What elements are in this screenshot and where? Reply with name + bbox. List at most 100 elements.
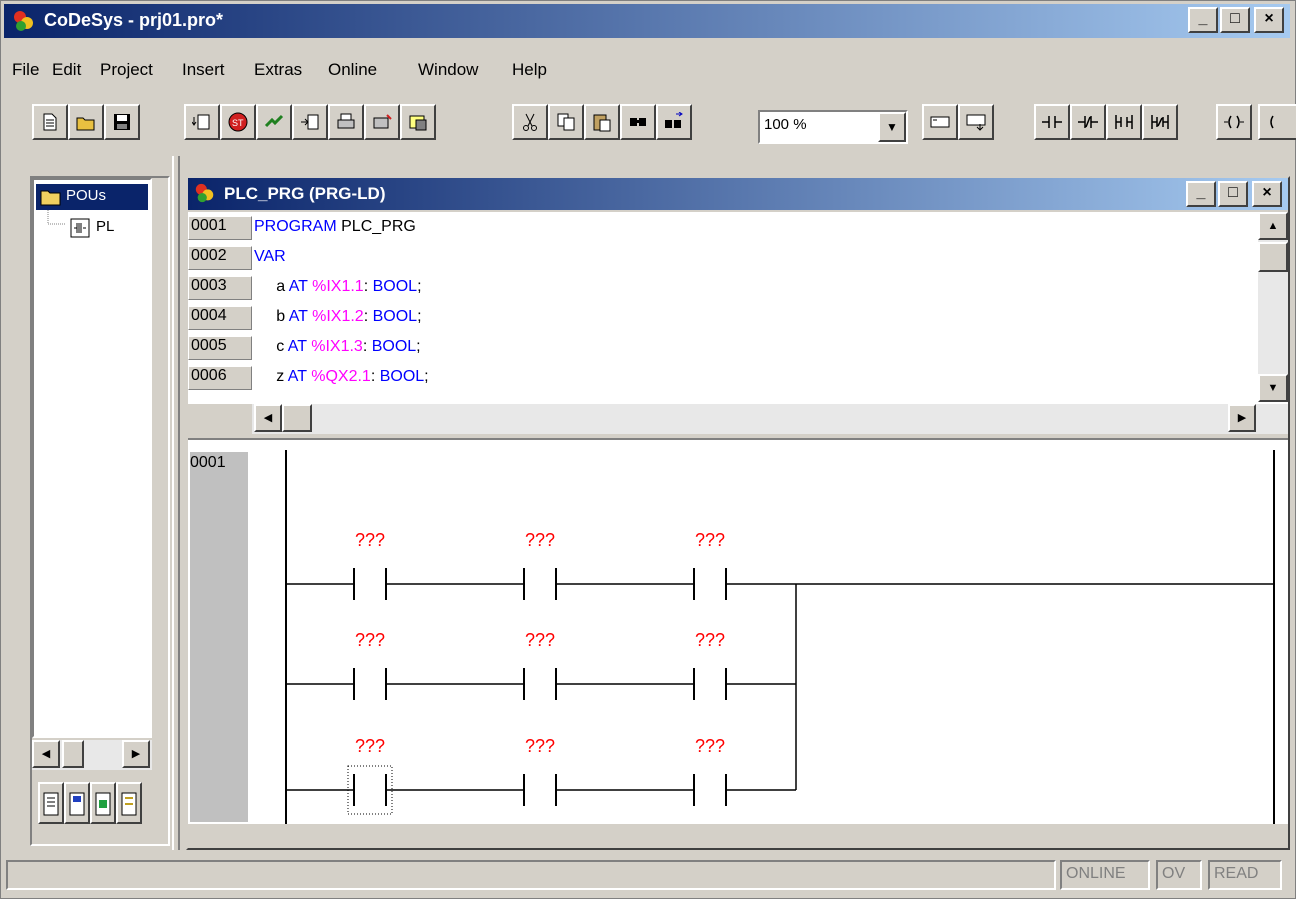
- editor-title: PLC_PRG (PRG-LD): [224, 184, 386, 203]
- organizer-tabs: [38, 776, 142, 832]
- pou-tree[interactable]: POUs PL: [32, 178, 152, 738]
- menu-extras[interactable]: Extras: [254, 60, 302, 80]
- code-keyword: BOOL: [372, 278, 418, 295]
- step-button[interactable]: [292, 104, 328, 140]
- open-button[interactable]: [68, 104, 104, 140]
- contact-variable-placeholder: ???: [695, 530, 725, 550]
- code-line[interactable]: b AT %IX1.2: BOOL;: [254, 308, 422, 326]
- code-text: b: [254, 308, 289, 325]
- network-after-icon: [966, 114, 986, 131]
- build-button[interactable]: [184, 104, 220, 140]
- status-online: ONLINE: [1060, 860, 1150, 890]
- zoom-dropdown-button[interactable]: ▼: [878, 112, 906, 142]
- find-next-button[interactable]: [656, 104, 692, 140]
- decl-scroll-left-button[interactable]: ◀: [254, 404, 282, 432]
- code-text: c: [254, 338, 288, 355]
- arrow-left-icon: ◀: [263, 412, 273, 424]
- contact-icon: [1042, 116, 1062, 128]
- maximize-button[interactable]: □: [1220, 7, 1250, 33]
- codesys-app-icon: [14, 11, 33, 31]
- find-button[interactable]: [620, 104, 656, 140]
- ladder-diagram[interactable]: ???????????????????????????: [188, 438, 1288, 824]
- code-text: z: [254, 368, 288, 385]
- coil-button[interactable]: [1216, 104, 1252, 140]
- coil-icon: [1224, 115, 1244, 129]
- minimize-button[interactable]: _: [1188, 7, 1218, 33]
- contact-button[interactable]: [1034, 104, 1070, 140]
- code-line[interactable]: z AT %QX2.1: BOOL;: [254, 368, 428, 386]
- code-text: ;: [417, 308, 422, 325]
- editor-minimize-button[interactable]: _: [1186, 181, 1216, 207]
- pous-tab[interactable]: [38, 782, 64, 824]
- run-button[interactable]: [256, 104, 292, 140]
- status-message: [6, 860, 1056, 890]
- codesys-pou-icon: [195, 183, 214, 203]
- close-button[interactable]: ×: [1254, 7, 1284, 33]
- editor-close-button[interactable]: ×: [1252, 181, 1282, 207]
- scroll-thumb[interactable]: [62, 740, 84, 768]
- paste-button[interactable]: [584, 104, 620, 140]
- coil-negated-icon: [1270, 115, 1274, 129]
- editor-title-bar[interactable]: PLC_PRG (PRG-LD) _ □ ×: [188, 178, 1288, 210]
- tree-item-plc-prg[interactable]: PL: [68, 216, 150, 242]
- stop-button[interactable]: ST: [220, 104, 256, 140]
- scrollbar-spacer: [188, 404, 252, 434]
- scroll-down-button[interactable]: ▼: [1258, 374, 1288, 402]
- horizontal-scroll-thumb[interactable]: [282, 404, 312, 432]
- declaration-horizontal-scrollbar[interactable]: ◀ ▶: [188, 404, 1288, 434]
- contact-variable-placeholder: ???: [355, 530, 385, 550]
- code-text: PLC_PRG: [341, 218, 416, 235]
- save-button[interactable]: [104, 104, 140, 140]
- menu-window[interactable]: Window: [418, 60, 478, 80]
- open-icon: [76, 117, 95, 131]
- datatypes-tab[interactable]: [64, 782, 90, 824]
- scroll-right-button[interactable]: ▶: [122, 740, 150, 768]
- toolbar: ST: [4, 96, 1296, 150]
- more-toolbar-button[interactable]: [1258, 104, 1296, 140]
- vertical-splitter[interactable]: [172, 156, 180, 850]
- network-before-button[interactable]: [922, 104, 958, 140]
- visualizations-tab[interactable]: [90, 782, 116, 824]
- parallel-negated-contact-button[interactable]: [1142, 104, 1178, 140]
- datatypes-tab-icon: [69, 792, 85, 816]
- scroll-left-button[interactable]: ◀: [32, 740, 60, 768]
- resources-tab[interactable]: [116, 782, 142, 824]
- network-after-button[interactable]: [958, 104, 994, 140]
- zoom-combobox[interactable]: 100 % ▼: [758, 110, 908, 144]
- menu-project[interactable]: Project: [100, 60, 153, 80]
- find-icon: [630, 118, 646, 126]
- menu-online[interactable]: Online: [328, 60, 377, 80]
- negated-contact-button[interactable]: [1070, 104, 1106, 140]
- menu-help[interactable]: Help: [512, 60, 547, 80]
- chevron-down-icon: ▼: [886, 120, 898, 134]
- login-button[interactable]: [364, 104, 400, 140]
- menu-edit[interactable]: Edit: [52, 60, 81, 80]
- print-icon: [337, 113, 355, 129]
- decl-scroll-right-button[interactable]: ▶: [1228, 404, 1256, 432]
- new-button[interactable]: [32, 104, 68, 140]
- print-button[interactable]: [328, 104, 364, 140]
- line-number: 0004: [188, 306, 252, 330]
- menu-insert[interactable]: Insert: [182, 60, 225, 80]
- copy-button[interactable]: [548, 104, 584, 140]
- parallel-contact-button[interactable]: [1106, 104, 1142, 140]
- resources-tab-icon: [121, 792, 137, 816]
- declaration-editor[interactable]: 0001 PROGRAM PLC_PRG 0002 VAR 0003 a AT %IX1…: [188, 212, 1288, 434]
- code-line[interactable]: c AT %IX1.3: BOOL;: [254, 338, 420, 356]
- tree-item-pous[interactable]: POUs: [36, 184, 148, 210]
- code-line[interactable]: VAR: [254, 248, 286, 266]
- declaration-vertical-scrollbar[interactable]: ▲ ▼: [1258, 212, 1288, 402]
- scroll-up-button[interactable]: ▲: [1258, 212, 1288, 240]
- editor-maximize-button[interactable]: □: [1218, 181, 1248, 207]
- organizer-horizontal-scrollbar[interactable]: ◀ ▶: [32, 740, 152, 770]
- step-icon: [301, 114, 319, 130]
- cut-button[interactable]: [512, 104, 548, 140]
- code-line[interactable]: PROGRAM PLC_PRG: [254, 218, 416, 236]
- contact-variable-placeholder: ???: [355, 630, 385, 650]
- stop-icon: ST: [228, 112, 248, 132]
- vertical-scroll-thumb[interactable]: [1258, 242, 1288, 272]
- logout-button[interactable]: [400, 104, 436, 140]
- menu-file[interactable]: File: [12, 60, 39, 80]
- title-bar[interactable]: CoDeSys - prj01.pro* _ □ ×: [4, 4, 1290, 38]
- code-line[interactable]: a AT %IX1.1: BOOL;: [254, 278, 421, 296]
